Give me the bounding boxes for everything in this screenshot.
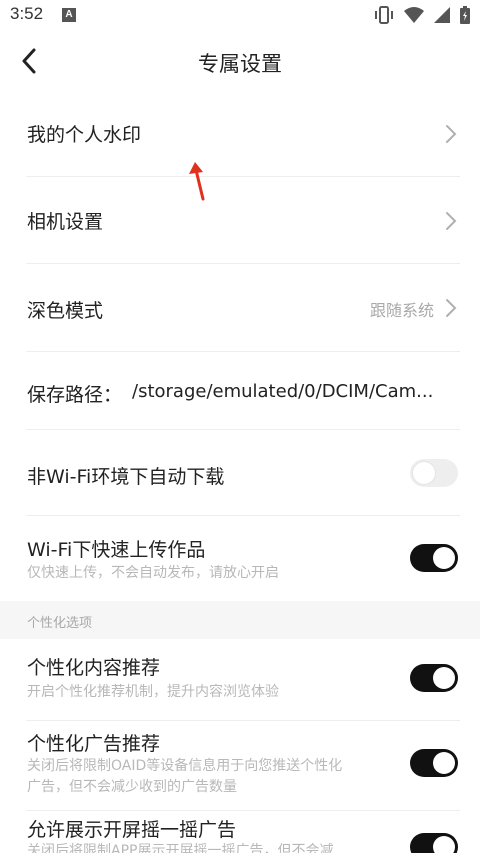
settings-row-shake-ad: 允许展示开屏摇一摇广告 关闭后将限制APP展示开屏摇一摇广告，但不会减 xyxy=(0,811,480,853)
non-wifi-download-label: 非Wi-Fi环境下自动下载 xyxy=(27,466,225,488)
non-wifi-download-toggle[interactable] xyxy=(410,459,458,487)
ad-recommendation-toggle[interactable] xyxy=(410,749,458,777)
settings-row-camera[interactable]: 相机设置 xyxy=(0,177,480,264)
settings-row-non-wifi-download: 非Wi-Fi环境下自动下载 xyxy=(0,430,480,516)
settings-row-ad-recommendation: 个性化广告推荐 关闭后将限制OAID等设备信息用于向您推送个性化 广告，但不会减… xyxy=(0,721,480,811)
watermark-label: 我的个人水印 xyxy=(27,124,142,146)
ad-recommendation-label: 个性化广告推荐 xyxy=(27,733,161,755)
wifi-upload-toggle[interactable] xyxy=(410,544,458,572)
ad-recommendation-description-line1: 关闭后将限制OAID等设备信息用于向您推送个性化 xyxy=(27,758,343,774)
wifi-icon xyxy=(404,7,424,23)
content-recommendation-label: 个性化内容推荐 xyxy=(27,657,161,679)
chevron-right-icon xyxy=(446,299,457,317)
save-path-value: /storage/emulated/0/DCIM/Cam... xyxy=(132,381,434,402)
toggle-knob xyxy=(433,667,455,689)
settings-row-save-path[interactable]: 保存路径： /storage/emulated/0/DCIM/Cam... xyxy=(0,352,480,430)
vibrate-icon xyxy=(375,6,393,24)
camera-label: 相机设置 xyxy=(27,211,104,233)
notification-badge: A xyxy=(62,8,76,22)
content-recommendation-description: 开启个性化推荐机制，提升内容浏览体验 xyxy=(27,684,279,700)
chevron-right-icon xyxy=(446,125,457,143)
page-title: 专属设置 xyxy=(198,52,282,76)
ad-recommendation-description-line2: 广告，但不会减少收到的广告数量 xyxy=(27,779,237,795)
toggle-knob xyxy=(433,547,455,569)
toggle-knob xyxy=(433,752,455,774)
wifi-upload-label: Wi-Fi下快速上传作品 xyxy=(27,539,206,561)
shake-ad-description: 关闭后将限制APP展示开屏摇一摇广告，但不会减 xyxy=(27,843,334,853)
wifi-upload-description: 仅快速上传，不会自动发布，请放心开启 xyxy=(27,565,279,581)
header: 专属设置 xyxy=(0,32,480,90)
chevron-right-icon xyxy=(446,212,457,230)
section-title: 个性化选项 xyxy=(27,616,93,631)
section-header-personalization: 个性化选项 xyxy=(0,601,480,639)
toggle-knob xyxy=(433,836,455,853)
save-path-label: 保存路径： xyxy=(27,384,123,406)
signal-icon xyxy=(434,7,450,23)
status-time: 3:52 xyxy=(10,4,44,23)
settings-row-wifi-upload: Wi-Fi下快速上传作品 仅快速上传，不会自动发布，请放心开启 xyxy=(0,516,480,601)
shake-ad-toggle[interactable] xyxy=(410,833,458,853)
dark-mode-label: 深色模式 xyxy=(27,300,104,322)
battery-icon xyxy=(460,6,470,24)
settings-row-watermark[interactable]: 我的个人水印 xyxy=(0,90,480,177)
dark-mode-value: 跟随系统 xyxy=(369,301,434,320)
status-icons xyxy=(374,6,470,24)
toggle-knob xyxy=(413,462,435,484)
settings-row-content-recommendation: 个性化内容推荐 开启个性化推荐机制，提升内容浏览体验 xyxy=(0,639,480,721)
status-bar: 3:52 A xyxy=(0,0,480,32)
shake-ad-label: 允许展示开屏摇一摇广告 xyxy=(27,819,237,841)
content-recommendation-toggle[interactable] xyxy=(410,664,458,692)
settings-row-dark-mode[interactable]: 深色模式 跟随系统 xyxy=(0,264,480,352)
